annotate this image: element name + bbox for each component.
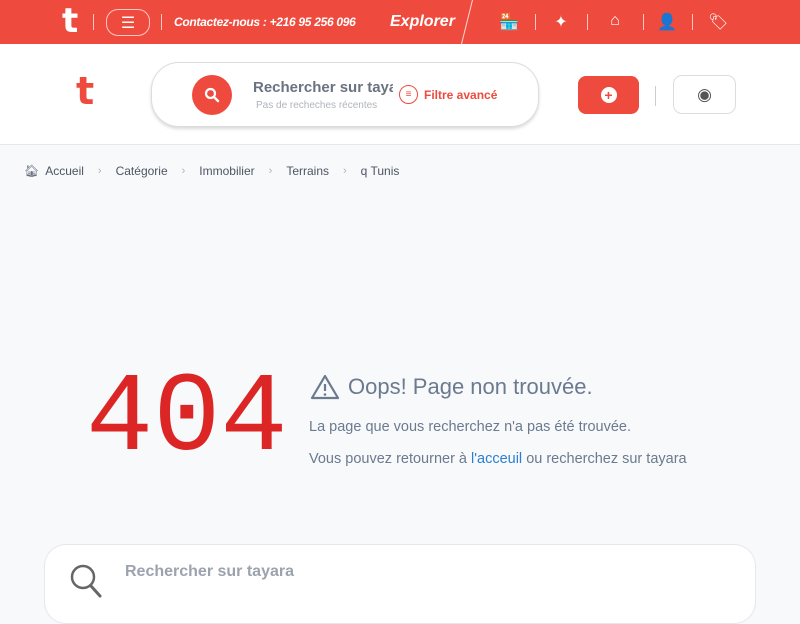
return-prefix: Vous pouvez retourner à — [309, 451, 472, 467]
search-icon — [204, 87, 220, 103]
divider — [535, 14, 536, 30]
error-return-text: Vous pouvez retourner à l'acceuil ou rec… — [309, 451, 687, 467]
chevron-right-icon: › — [343, 165, 347, 177]
bottom-search-input[interactable]: Rechercher sur tayara — [125, 563, 294, 581]
explorer-label[interactable]: Explorer — [390, 13, 455, 31]
logo-small[interactable]: t — [62, 4, 78, 38]
error-message: La page que vous recherchez n'a pas été … — [309, 419, 631, 435]
breadcrumb-item[interactable]: Terrains — [286, 164, 329, 178]
add-listing-button[interactable]: + — [578, 76, 639, 114]
advanced-filter-button[interactable]: ≡ Filtre avancé — [399, 85, 497, 104]
chevron-right-icon: › — [268, 165, 273, 177]
error-title: Oops! Page non trouvée. — [310, 374, 593, 400]
recent-searches: Pas de recheches récentes — [256, 100, 378, 111]
top-bar: t ☰ Contactez-nous : +216 95 256 096 Exp… — [0, 0, 800, 48]
chevron-right-icon: › — [181, 165, 186, 177]
contact-phone[interactable]: Contactez-nous : +216 95 256 096 — [174, 15, 356, 29]
error-code: 404 — [86, 356, 288, 483]
logo[interactable]: t — [76, 72, 94, 110]
sparkle-icon[interactable]: ✦ — [551, 12, 571, 32]
filter-label: Filtre avancé — [424, 87, 498, 102]
warning-icon — [310, 374, 340, 400]
divider — [692, 14, 693, 30]
home-icon: 🏠︎ — [24, 164, 40, 178]
filter-icon: ≡ — [399, 85, 418, 104]
account-button[interactable]: ◉ — [673, 75, 736, 114]
search-box[interactable]: Rechercher sur tayara Pas de recheches r… — [151, 62, 539, 127]
header: t Rechercher sur tayara Pas de recheches… — [0, 44, 800, 145]
breadcrumb: 🏠︎ Accueil › Catégorie › Immobilier › Terra… — [24, 164, 399, 178]
user-circle-icon: ◉ — [697, 84, 712, 104]
search-button[interactable] — [192, 75, 232, 115]
divider — [587, 14, 588, 30]
plus-icon: + — [600, 87, 617, 103]
home-icon[interactable]: ⌂ — [605, 12, 625, 30]
breadcrumb-item[interactable]: q Tunis — [361, 164, 400, 178]
search-input[interactable]: Rechercher sur tayara — [253, 79, 393, 96]
menu-button[interactable]: ☰ — [106, 9, 150, 36]
return-suffix: ou recherchez sur tayara — [522, 451, 687, 467]
search-icon — [70, 564, 102, 598]
breadcrumb-item[interactable]: Catégorie — [116, 164, 168, 178]
bottom-search-box[interactable]: Rechercher sur tayara — [44, 544, 756, 624]
error-title-text: Oops! Page non trouvée. — [348, 374, 593, 399]
user-tie-icon[interactable]: 👤 — [657, 12, 677, 32]
divider — [643, 14, 644, 30]
tag-icon[interactable]: 🏷 — [708, 12, 728, 32]
divider — [655, 86, 656, 106]
home-link[interactable]: l'acceuil — [471, 451, 522, 467]
breadcrumb-item[interactable]: Accueil — [45, 164, 84, 178]
chevron-right-icon: › — [97, 165, 102, 177]
breadcrumb-item[interactable]: Immobilier — [199, 164, 254, 178]
divider — [460, 0, 473, 48]
hamburger-icon: ☰ — [120, 14, 136, 32]
divider — [93, 14, 94, 30]
shop-icon[interactable]: 🏪 — [499, 12, 519, 32]
divider — [161, 14, 162, 30]
